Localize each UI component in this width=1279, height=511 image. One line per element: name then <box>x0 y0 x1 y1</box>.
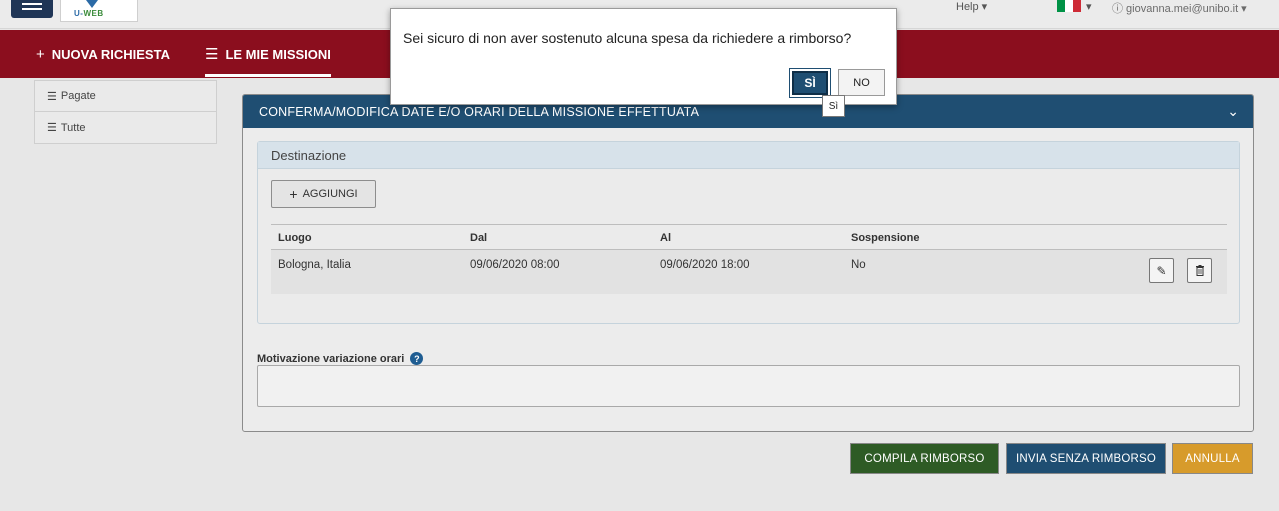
cell-sospensione: No <box>851 259 866 271</box>
trash-icon <box>1195 265 1204 276</box>
list-icon: ☰ <box>205 46 219 63</box>
plus-icon: + <box>289 186 298 202</box>
sidebar-item-tutte[interactable]: ☰ Tutte <box>35 112 216 143</box>
edit-row-button[interactable]: ✎ <box>1149 258 1174 283</box>
mission-panel: CONFERMA/MODIFICA DATE E/O ORARI DELLA M… <box>242 94 1254 432</box>
confirm-dialog: Sei sicuro di non aver sostenuto alcuna … <box>390 8 897 105</box>
chevron-down-icon[interactable]: ▾ <box>1086 0 1092 13</box>
cancel-button[interactable]: ANNULLA <box>1172 443 1253 474</box>
help-icon[interactable]: ? <box>410 352 424 365</box>
destination-section: Destinazione + AGGIUNGI Luogo Dal Al Sos… <box>257 141 1240 324</box>
motivation-label: Motivazione variazione orari ? <box>257 352 424 365</box>
column-header: Al <box>660 232 671 244</box>
yes-button[interactable]: SÌ <box>792 71 828 95</box>
nav-my-missions[interactable]: ☰ LE MIE MISSIONI <box>205 30 331 78</box>
destination-table: Luogo Dal Al Sospensione Bologna, Italia… <box>271 224 1227 294</box>
table-row: Bologna, Italia 09/06/2020 08:00 09/06/2… <box>271 250 1227 294</box>
sidebar-item-pagate[interactable]: ☰ Pagate <box>35 81 216 112</box>
app-logo[interactable]: U-WEB <box>60 0 138 22</box>
motivation-textarea[interactable] <box>257 365 1240 407</box>
dialog-message: Sei sicuro di non aver sostenuto alcuna … <box>403 30 852 46</box>
column-header: Dal <box>470 232 488 244</box>
yes-tooltip: Sì <box>822 95 845 117</box>
cell-dal: 09/06/2020 08:00 <box>470 259 560 271</box>
list-icon: ☰ <box>47 122 57 134</box>
column-header: Luogo <box>278 232 312 244</box>
delete-row-button[interactable] <box>1187 258 1212 283</box>
hamburger-menu-button[interactable] <box>11 0 53 18</box>
cell-al: 09/06/2020 18:00 <box>660 259 750 271</box>
sidebar: ☰ Pagate ☰ Tutte <box>34 80 217 144</box>
user-menu[interactable]: ⓘ giovanna.mei@unibo.it ▾ <box>1112 0 1247 16</box>
pencil-icon: ✎ <box>1156 263 1167 278</box>
add-destination-button[interactable]: + AGGIUNGI <box>271 180 376 208</box>
send-without-reimbursement-button[interactable]: INVIA SENZA RIMBORSO <box>1006 443 1166 474</box>
menu-icon <box>22 3 42 5</box>
compile-reimbursement-button[interactable]: COMPILA RIMBORSO <box>850 443 999 474</box>
list-icon: ☰ <box>47 90 57 103</box>
chevron-down-icon[interactable]: ⌄ <box>1227 103 1239 120</box>
logo-mark <box>86 0 98 8</box>
cell-luogo: Bologna, Italia <box>278 259 351 271</box>
nav-new-request[interactable]: + NUOVA RICHIESTA <box>36 30 170 78</box>
no-button[interactable]: NO <box>838 69 885 96</box>
column-header: Sospensione <box>851 232 920 244</box>
panel-title: CONFERMA/MODIFICA DATE E/O ORARI DELLA M… <box>259 105 700 119</box>
language-flag-icon[interactable] <box>1057 0 1081 12</box>
destination-title: Destinazione <box>258 142 1239 169</box>
table-header: Luogo Dal Al Sospensione <box>271 224 1227 250</box>
plus-icon: + <box>36 45 45 63</box>
help-menu[interactable]: Help ▾ <box>956 0 987 13</box>
